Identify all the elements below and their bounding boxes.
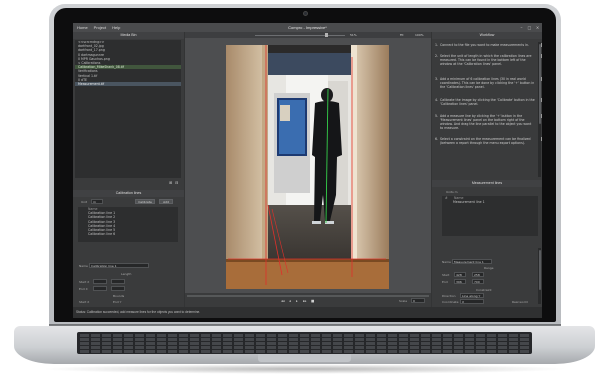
direction-select[interactable]: Line along Y <box>460 293 484 298</box>
measurement-title: Measurement lines <box>432 180 542 187</box>
keyboard <box>77 332 532 354</box>
start-x-field[interactable] <box>93 279 107 284</box>
measurement-photo[interactable] <box>226 45 389 289</box>
zoom-slider-handle[interactable] <box>325 33 328 37</box>
media-add-icon[interactable]: ⊞ <box>169 180 172 185</box>
workflow-title: Workflow <box>432 32 542 39</box>
meas-start-y[interactable]: 258 <box>472 272 484 277</box>
calibration-title: Calibration lines <box>73 190 184 197</box>
workflow-step: 6. Select a constraint on the measuremen… <box>435 137 542 153</box>
calibration-row[interactable]: Calibration line 6 <box>78 232 178 236</box>
end-y-field[interactable] <box>111 286 125 291</box>
scale-label: Scale <box>399 299 408 303</box>
step-checkbox[interactable]: ✓ <box>541 54 542 58</box>
fit-button[interactable]: Fit <box>400 33 404 37</box>
app-window: Home Project Help Compro - Impressive* –… <box>73 23 542 318</box>
calibrate-button[interactable]: Calibrate <box>135 199 155 204</box>
calibration-list: Name Calibration line 1 Calibration line… <box>78 207 178 242</box>
step-back-button[interactable]: ◂ <box>289 299 291 303</box>
calibration-panel: Calibration lines Unit m Calibrate Add N… <box>73 190 184 307</box>
laptop-shadow <box>40 364 569 374</box>
step-checkbox[interactable]: ✓ <box>541 114 542 118</box>
media-item[interactable]: Measurement.tif <box>75 81 181 87</box>
photo-scene <box>226 45 389 289</box>
measurement-list: # Name Measurement line 1 <box>442 196 538 236</box>
step-checkbox[interactable]: ✓ <box>541 77 542 81</box>
media-bin-title: Media Bin <box>73 32 184 39</box>
measurement-panel: Measurement lines Units m # Name Measure… <box>432 180 542 307</box>
add-calibration-button[interactable]: Add <box>159 199 173 204</box>
menu-project[interactable]: Project <box>94 25 106 30</box>
step-checkbox[interactable]: ✓ <box>541 43 542 47</box>
webcam-icon <box>303 11 308 16</box>
window-controls: – □ × <box>519 25 540 30</box>
measurement-row[interactable]: Measurement line 1 <box>442 200 538 204</box>
zoom-100-button[interactable]: 100% <box>415 33 424 37</box>
workflow-scrollbar[interactable] <box>538 42 541 177</box>
stop-button[interactable]: ■ <box>311 299 314 303</box>
play-button[interactable]: ▸ <box>296 299 298 303</box>
step-checkbox[interactable]: ✓ <box>541 98 542 102</box>
end-x-field[interactable] <box>93 286 107 291</box>
menu-home[interactable]: Home <box>77 25 88 30</box>
maximize-icon[interactable]: □ <box>527 25 532 30</box>
menu-help[interactable]: Help <box>112 25 120 30</box>
media-remove-icon[interactable]: ⊟ <box>175 180 178 185</box>
measurement-units: Units m <box>446 190 458 194</box>
image-viewer[interactable] <box>185 38 431 293</box>
rewind-button[interactable]: ◂◂ <box>281 299 285 303</box>
scale-field[interactable]: 0 <box>411 298 425 303</box>
constraint-label: Constraint <box>476 288 492 292</box>
measurement-name-label: Name <box>442 260 451 264</box>
end-2-label: End Y <box>113 300 122 304</box>
workflow-step: 2. Select the unit of length in which th… <box>435 54 542 74</box>
real-world-label: Real world <box>512 300 528 304</box>
start-y-field[interactable] <box>111 279 125 284</box>
start-2-label: Start X <box>79 300 90 304</box>
zoom-slider[interactable] <box>255 34 345 36</box>
range-label: Range <box>484 266 494 270</box>
meas-end-x[interactable]: 396 <box>454 279 466 284</box>
workflow-step: 3. Add a minimum of 6 calibration lines … <box>435 77 542 95</box>
media-list: <<scrcrndng>> dartfront_02.jpg dartfront… <box>75 40 181 178</box>
laptop-scene: Home Project Help Compro - Impressive* –… <box>0 0 609 382</box>
close-icon[interactable]: × <box>535 25 540 30</box>
status-bar: Status: Calibration succeeded, add measu… <box>73 307 542 318</box>
calibration-name-label: Name <box>79 264 88 268</box>
bounds-label: Bounds <box>113 294 125 298</box>
calibration-name-field[interactable]: Calibration line 1 <box>89 263 149 268</box>
workflow-panel: Workflow 1. Connect to the file you want… <box>432 32 542 180</box>
measurement-scrollbar[interactable] <box>538 248 541 304</box>
length-label: Length <box>121 272 132 276</box>
unit-select[interactable]: m <box>91 199 103 204</box>
meas-end-label: End <box>442 280 448 284</box>
zoom-value: 51% <box>350 33 357 37</box>
timeline-slider[interactable] <box>187 295 429 297</box>
media-bin-panel: Media Bin <<scrcrndng>> dartfront_02.jpg… <box>73 32 184 190</box>
menu-bar: Home Project Help <box>73 23 542 32</box>
start-x-label: Start X <box>79 280 90 284</box>
trackpad <box>258 354 351 362</box>
workflow-step: 5. Add a measure line by clicking the '+… <box>435 114 542 134</box>
meas-start-label: Start <box>442 273 450 277</box>
viewer-footer: ◂◂ ◂ ▸ ▸▸ ■ Scale 0 <box>185 293 431 307</box>
measurement-name-field[interactable]: Measurement line 1 <box>452 259 492 264</box>
forward-button[interactable]: ▸▸ <box>303 299 307 303</box>
unit-label: Unit <box>81 200 88 204</box>
workflow-step: 4. Calibrate the image by clicking the '… <box>435 98 542 112</box>
meas-start-x[interactable]: 428 <box>454 272 466 277</box>
coordinate-field[interactable]: X <box>460 299 484 304</box>
workflow-step: 1. Connect to the file you want to make … <box>435 43 542 51</box>
coordinate-label: Coordinate <box>442 300 459 304</box>
minimize-icon[interactable]: – <box>519 25 524 30</box>
step-checkbox[interactable]: ✓ <box>541 137 542 141</box>
direction-label: Direction <box>442 294 456 298</box>
meas-end-y[interactable]: 700 <box>472 279 484 284</box>
end-x-label: End X <box>79 287 88 291</box>
